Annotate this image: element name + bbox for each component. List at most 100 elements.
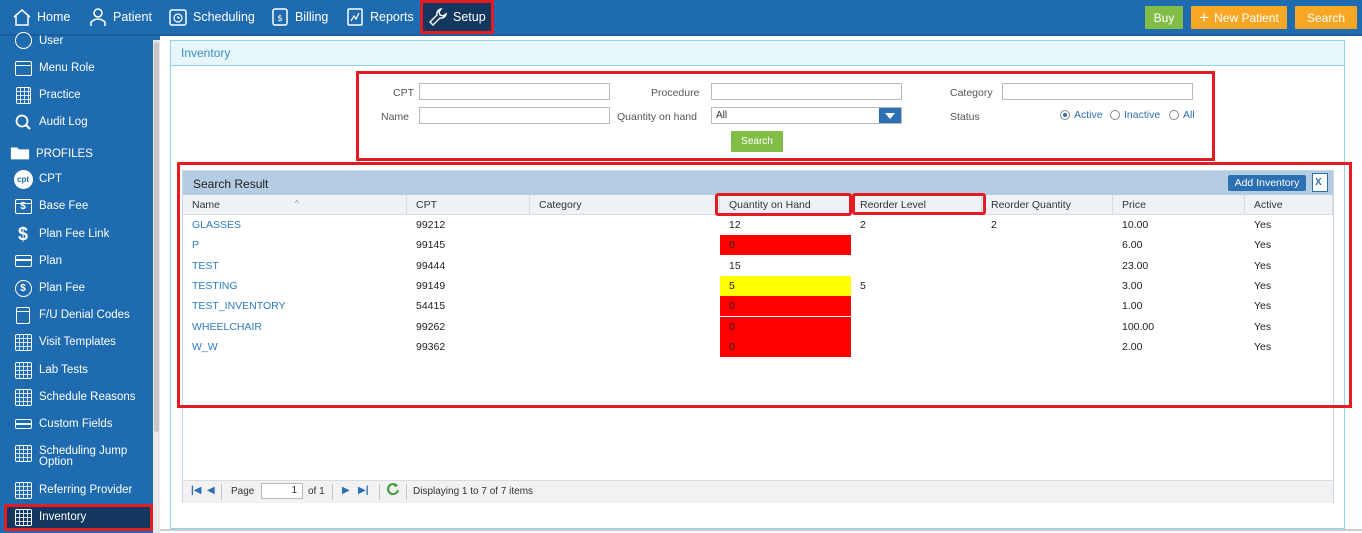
status-all-radio[interactable]: All bbox=[1169, 109, 1195, 121]
sidebar-item-label: Menu Role bbox=[39, 62, 95, 74]
person-icon bbox=[90, 8, 106, 26]
new-patient-label: New Patient bbox=[1214, 10, 1279, 25]
pager-summary: Displaying 1 to 7 of 7 items bbox=[413, 486, 534, 497]
sidebar-item-inventory[interactable]: Inventory bbox=[4, 504, 153, 531]
sidebar-item-base-fee[interactable]: $ Base Fee bbox=[0, 196, 152, 216]
clock-icon bbox=[169, 9, 187, 26]
sidebar-item-custom-fields[interactable]: Custom Fields bbox=[0, 414, 152, 434]
nav-home-label: Home bbox=[37, 10, 71, 24]
nav-patient-label: Patient bbox=[113, 10, 152, 24]
filter-search-button[interactable]: Search bbox=[731, 131, 783, 152]
top-search-button[interactable]: Search bbox=[1295, 6, 1357, 29]
nav-billing[interactable]: $ Billing bbox=[270, 0, 328, 34]
magnifier-icon bbox=[13, 112, 33, 132]
page-count-label: of 1 bbox=[308, 486, 325, 497]
sidebar-item-label: Base Fee bbox=[39, 200, 89, 212]
radio-unchecked-icon bbox=[1169, 110, 1179, 120]
status-all-label: All bbox=[1183, 109, 1195, 121]
nav-scheduling-label: Scheduling bbox=[193, 10, 255, 24]
quantity-on-hand-label: Quantity on hand bbox=[617, 111, 697, 123]
sidebar-item-label: Referring Provider bbox=[39, 484, 133, 496]
radio-checked-icon bbox=[1060, 110, 1070, 120]
sidebar-item-label: CPT bbox=[39, 173, 62, 185]
sidebar-item-lab-tests[interactable]: Lab Tests bbox=[0, 360, 152, 380]
menu-role-icon bbox=[13, 58, 33, 78]
page-label: Page bbox=[231, 486, 255, 497]
sidebar-item-plan-fee-link[interactable]: $ Plan Fee Link bbox=[0, 224, 152, 244]
chart-icon bbox=[347, 8, 363, 26]
sidebar-item-label: Schedule Reasons bbox=[39, 391, 136, 403]
pager-separator bbox=[406, 484, 407, 500]
sidebar-item-visit-templates[interactable]: Visit Templates bbox=[0, 332, 152, 352]
sidebar-item-scheduling-jump-option[interactable]: Scheduling Jump Option bbox=[0, 441, 152, 471]
sidebar-item-label: Plan bbox=[39, 255, 63, 267]
last-page-icon[interactable]: ▶| bbox=[358, 485, 369, 496]
procedure-input[interactable] bbox=[711, 83, 902, 100]
reorder-level-header-highlight bbox=[852, 193, 986, 215]
billing-icon: $ bbox=[272, 8, 288, 26]
name-input[interactable] bbox=[419, 107, 610, 124]
sidebar-scrollbar-thumb[interactable] bbox=[154, 42, 159, 432]
calendar-icon bbox=[13, 443, 33, 463]
sidebar-section-profiles[interactable]: PROFILES bbox=[0, 143, 152, 163]
dollar-icon: $ bbox=[17, 223, 28, 244]
sidebar-item-plan-fee[interactable]: $ Plan Fee bbox=[0, 278, 152, 298]
pagination-bar: |◀ ◀ Page 1 of 1 ▶ ▶| Displaying 1 to 7 … bbox=[183, 480, 1333, 503]
lab-icon bbox=[13, 360, 33, 380]
page-number-input[interactable]: 1 bbox=[261, 483, 303, 499]
sidebar-item-practice[interactable]: Practice bbox=[0, 85, 152, 105]
sidebar-item-cpt[interactable]: cpt CPT bbox=[0, 169, 152, 189]
card-icon bbox=[13, 251, 33, 271]
nav-setup[interactable]: Setup bbox=[420, 0, 494, 34]
nav-home[interactable]: Home bbox=[12, 0, 70, 34]
sidebar-item-label: Practice bbox=[39, 89, 81, 101]
sidebar-item-label: Custom Fields bbox=[39, 418, 113, 430]
next-page-icon[interactable]: ▶ bbox=[342, 485, 350, 496]
folder-icon bbox=[10, 143, 30, 163]
nav-scheduling[interactable]: Scheduling bbox=[168, 0, 255, 34]
nav-setup-label: Setup bbox=[453, 10, 486, 24]
custom-fields-icon bbox=[13, 414, 33, 434]
previous-page-icon[interactable]: ◀ bbox=[207, 485, 215, 496]
dollar-tag-icon: $ bbox=[13, 196, 33, 216]
procedure-label: Procedure bbox=[651, 87, 700, 99]
status-inactive-radio[interactable]: Inactive bbox=[1110, 109, 1160, 121]
calendar-icon bbox=[13, 387, 33, 407]
quantity-on-hand-select[interactable]: All bbox=[711, 107, 902, 124]
nav-patient[interactable]: Patient bbox=[88, 0, 152, 34]
refresh-icon[interactable] bbox=[386, 482, 400, 499]
nav-reports[interactable]: Reports bbox=[345, 0, 414, 34]
status-active-radio[interactable]: Active bbox=[1060, 109, 1103, 121]
sidebar-item-label: Plan Fee Link bbox=[39, 228, 110, 240]
status-inactive-label: Inactive bbox=[1124, 109, 1161, 121]
calendar-icon bbox=[13, 480, 33, 500]
practice-icon bbox=[13, 85, 33, 105]
home-icon bbox=[13, 9, 31, 26]
quantity-on-hand-value: All bbox=[716, 110, 728, 121]
sidebar-item-referring-provider[interactable]: Referring Provider bbox=[0, 480, 152, 500]
status-label: Status bbox=[950, 111, 980, 123]
sidebar-item-label: User bbox=[39, 35, 64, 47]
plus-icon: + bbox=[1199, 7, 1210, 27]
sidebar-item-plan[interactable]: Plan bbox=[0, 251, 152, 271]
cpt-input[interactable] bbox=[419, 83, 610, 100]
first-page-icon[interactable]: |◀ bbox=[191, 485, 202, 496]
template-icon bbox=[13, 332, 33, 352]
sidebar-item-user[interactable]: User bbox=[0, 31, 152, 49]
sidebar-item-audit-log[interactable]: Audit Log bbox=[0, 112, 152, 132]
sidebar-item-label: F/U Denial Codes bbox=[39, 309, 130, 321]
sidebar-item-label: Inventory bbox=[39, 511, 87, 523]
cpt-label: CPT bbox=[393, 87, 414, 99]
category-input[interactable] bbox=[1002, 83, 1193, 100]
calendar-icon bbox=[13, 507, 33, 527]
sidebar-item-schedule-reasons[interactable]: Schedule Reasons bbox=[0, 387, 152, 407]
nav-billing-label: Billing bbox=[295, 10, 329, 24]
sidebar-item-menu-role[interactable]: Menu Role bbox=[0, 58, 152, 78]
chevron-down-icon[interactable] bbox=[879, 108, 901, 123]
dollar-circle-icon: $ bbox=[13, 278, 33, 298]
category-label: Category bbox=[950, 87, 993, 99]
sidebar-item-fu-denial-codes[interactable]: F/U Denial Codes bbox=[0, 305, 152, 325]
buy-button[interactable]: Buy bbox=[1145, 6, 1183, 29]
pager-separator bbox=[332, 484, 333, 500]
new-patient-button[interactable]: + New Patient bbox=[1191, 6, 1287, 29]
